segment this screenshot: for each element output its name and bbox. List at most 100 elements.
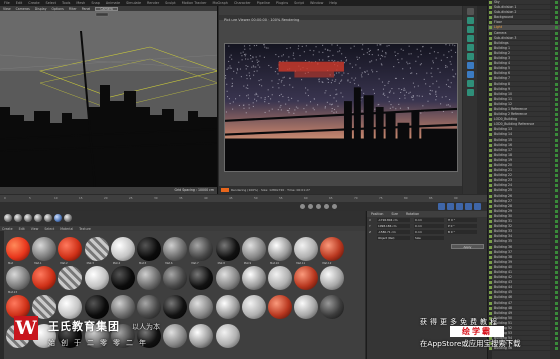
coordinate-mode-select[interactable]: Object (Rel) <box>377 236 410 240</box>
material-menu-item[interactable]: View <box>31 227 39 231</box>
visibility-check-icon[interactable] <box>555 26 558 30</box>
sky-icon[interactable] <box>466 89 474 96</box>
visibility-check-icon[interactable] <box>555 46 558 50</box>
visibility-check-icon[interactable] <box>555 250 558 254</box>
visibility-check-icon[interactable] <box>555 148 558 152</box>
visibility-check-icon[interactable] <box>555 128 558 132</box>
menu-item[interactable]: Snap <box>91 1 100 5</box>
visibility-check-icon[interactable] <box>555 174 558 178</box>
material-swatch[interactable] <box>84 295 109 319</box>
visibility-check-icon[interactable] <box>555 36 558 40</box>
menu-item[interactable]: File <box>4 1 10 5</box>
visibility-check-icon[interactable] <box>555 6 558 10</box>
coordinate-field[interactable]: H 0 ° <box>447 218 477 222</box>
camera-icon[interactable] <box>466 62 474 69</box>
material-swatch[interactable] <box>110 266 135 290</box>
visibility-check-icon[interactable] <box>555 291 558 295</box>
visibility-check-icon[interactable] <box>555 255 558 259</box>
material-menu-item[interactable]: Texture <box>79 227 91 231</box>
apply-button[interactable]: Apply <box>451 244 484 249</box>
material-swatch[interactable] <box>32 237 57 261</box>
material-swatch[interactable] <box>215 237 240 261</box>
visibility-check-icon[interactable] <box>555 67 558 71</box>
menu-item[interactable]: Script <box>294 1 304 5</box>
visibility-check-icon[interactable] <box>555 281 558 285</box>
material-swatch[interactable] <box>6 237 30 261</box>
material-swatch[interactable] <box>6 266 30 290</box>
visibility-check-icon[interactable] <box>555 31 558 35</box>
material-swatch[interactable] <box>110 295 135 319</box>
visibility-check-icon[interactable] <box>555 225 558 229</box>
material-swatch[interactable] <box>268 295 292 319</box>
visibility-check-icon[interactable] <box>555 143 558 147</box>
visibility-check-icon[interactable] <box>555 92 558 96</box>
visibility-check-icon[interactable] <box>555 169 558 173</box>
visibility-check-icon[interactable] <box>555 327 558 330</box>
next-frame-button[interactable] <box>324 204 329 209</box>
material-swatch[interactable] <box>137 237 161 261</box>
viewport-menu-item[interactable]: Panel <box>82 7 91 11</box>
material-swatch[interactable] <box>58 237 83 261</box>
material-swatch[interactable] <box>189 295 214 319</box>
visibility-check-icon[interactable] <box>555 301 558 305</box>
material-menu-item[interactable]: Create <box>2 227 13 231</box>
sphere-icon[interactable] <box>64 214 72 222</box>
visibility-check-icon[interactable] <box>555 164 558 167</box>
material-menu-item[interactable]: Select <box>44 227 54 231</box>
sphere-icon[interactable] <box>54 214 62 222</box>
menu-item[interactable]: Animate <box>106 1 120 5</box>
sphere-icon[interactable] <box>24 214 32 222</box>
visibility-check-icon[interactable] <box>555 296 558 300</box>
material-swatch[interactable] <box>189 237 214 261</box>
material-swatch[interactable] <box>84 237 109 261</box>
sphere-icon[interactable] <box>44 214 52 222</box>
visibility-check-icon[interactable] <box>555 11 558 15</box>
visibility-check-icon[interactable] <box>555 184 558 188</box>
material-swatch[interactable] <box>241 295 266 319</box>
material-swatch[interactable] <box>163 237 188 261</box>
menu-item[interactable]: Tools <box>62 1 70 5</box>
layout-icon[interactable] <box>466 8 474 15</box>
timeline-ruler[interactable]: 0 5 10 15 20 25 30 35 40 45 50 55 60 65 70 75 80 85 90 <box>0 195 487 202</box>
material-swatch[interactable] <box>241 266 266 290</box>
visibility-check-icon[interactable] <box>555 77 558 81</box>
coordinate-field[interactable]: 0 cm <box>414 218 444 222</box>
material-swatch[interactable] <box>163 324 188 348</box>
viewport-menu-item[interactable]: View <box>3 7 11 11</box>
material-swatch[interactable] <box>268 266 292 290</box>
viewport-scene[interactable] <box>0 11 218 187</box>
coordinate-field[interactable]: -1580.71 cm <box>377 230 410 234</box>
menu-item[interactable]: MoGraph <box>213 1 228 5</box>
go-end-button[interactable] <box>332 204 337 209</box>
visibility-check-icon[interactable] <box>555 16 558 20</box>
material-swatch[interactable] <box>320 295 345 319</box>
size-mode-select[interactable]: Size <box>414 236 444 240</box>
visibility-check-icon[interactable] <box>555 102 558 106</box>
scale-key-button[interactable] <box>474 203 481 210</box>
material-swatch[interactable] <box>110 237 135 261</box>
visibility-check-icon[interactable] <box>555 179 558 183</box>
visibility-check-icon[interactable] <box>555 97 558 101</box>
visibility-check-icon[interactable] <box>555 158 558 162</box>
menu-item[interactable]: Window <box>310 1 323 5</box>
visibility-check-icon[interactable] <box>555 57 558 61</box>
camera-chip[interactable]: Camera <box>95 6 118 11</box>
menu-item[interactable]: Simulate <box>126 1 141 5</box>
menu-item[interactable]: Render <box>147 1 159 5</box>
visibility-check-icon[interactable] <box>555 265 558 269</box>
menu-item[interactable]: Pipeline <box>257 1 270 5</box>
floor-icon[interactable] <box>466 80 474 87</box>
material-swatch[interactable] <box>32 266 57 290</box>
sphere-icon[interactable] <box>34 214 42 222</box>
visibility-check-icon[interactable] <box>555 51 558 55</box>
visibility-check-icon[interactable] <box>555 270 558 274</box>
material-swatch[interactable] <box>58 295 83 319</box>
visibility-check-icon[interactable] <box>555 245 558 249</box>
go-start-button[interactable] <box>300 204 305 209</box>
material-menu-item[interactable]: Material <box>60 227 73 231</box>
visibility-check-icon[interactable] <box>555 62 558 66</box>
coordinate-field[interactable]: 0 cm <box>414 230 444 234</box>
material-swatch[interactable] <box>137 266 161 290</box>
menu-item[interactable]: Select <box>46 1 56 5</box>
spline-icon[interactable] <box>466 26 474 33</box>
